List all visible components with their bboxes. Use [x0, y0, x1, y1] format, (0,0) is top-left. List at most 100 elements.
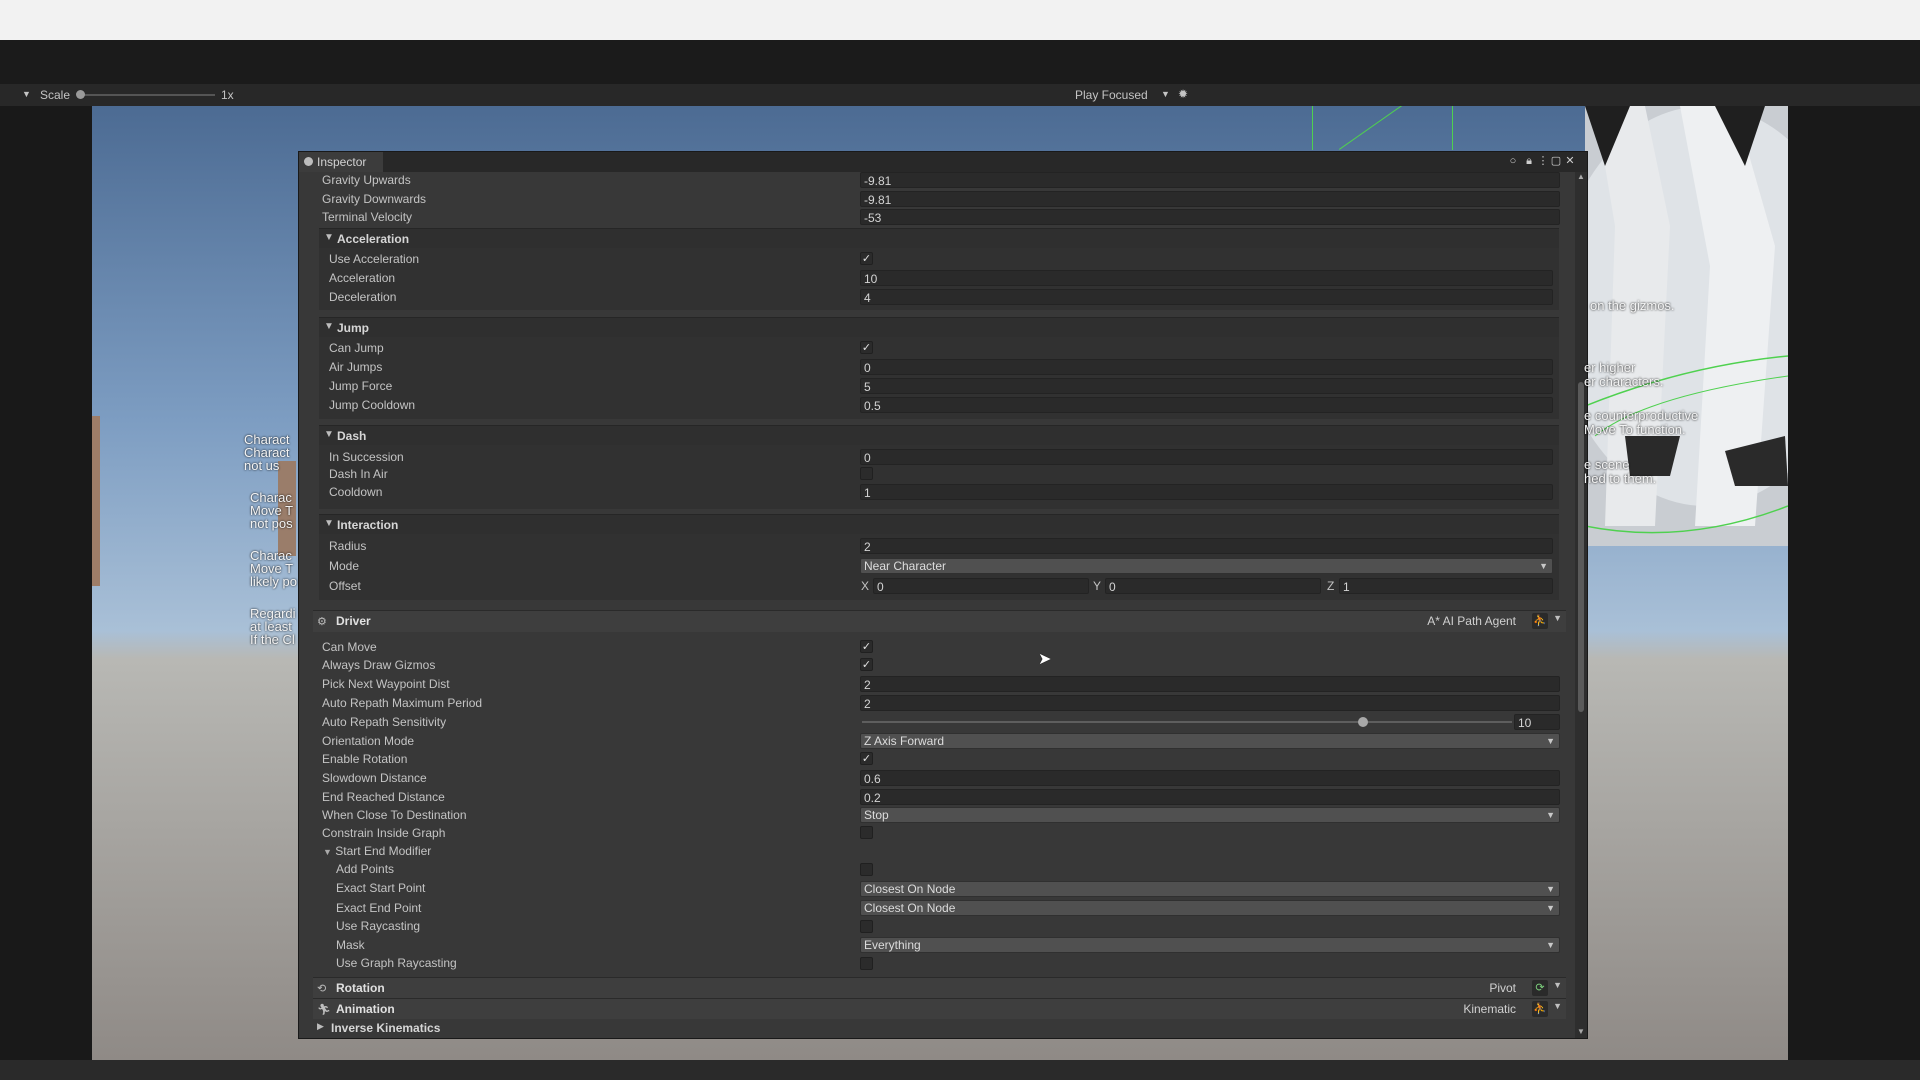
can-jump-checkbox[interactable]: ✓	[860, 341, 873, 354]
rotation-component-header[interactable]: ⟲ Rotation Pivot ⟳ ▼	[313, 977, 1566, 999]
pivot-icon[interactable]: ⟳	[1532, 980, 1548, 996]
game-view-bar: ▼ Scale 1x Play Focused ▼ ✹	[0, 84, 1920, 106]
dash-cooldown-field[interactable]: 1	[860, 484, 1553, 500]
bug-icon[interactable]: ✹	[1178, 87, 1188, 101]
scale-value: 1x	[221, 88, 234, 102]
overlay-text-line: likely po	[250, 574, 297, 589]
end-reached-distance-field[interactable]: 0.2	[860, 789, 1560, 805]
close-icon[interactable]: ✕	[1564, 155, 1576, 167]
exact-end-point-value: Closest On Node	[864, 901, 956, 915]
dash-section-header[interactable]: ▼ Dash	[319, 425, 1559, 446]
chevron-down-icon[interactable]: ▼	[1553, 1001, 1562, 1011]
offset-z-field[interactable]: 1	[1339, 578, 1553, 594]
dash-in-air-checkbox[interactable]	[860, 467, 873, 480]
tab-inspector-label: Inspector	[317, 155, 367, 169]
play-toolbar: ▶ ❚❚ ▶❘	[0, 40, 1920, 103]
acceleration-field[interactable]: 10	[860, 270, 1553, 286]
more-menu-icon[interactable]: ⋮	[1537, 155, 1549, 167]
start-end-modifier-label: Start End Modifier	[335, 844, 432, 858]
offset-x-field[interactable]: 0	[873, 578, 1089, 594]
when-close-dropdown[interactable]: Stop ▼	[860, 807, 1560, 823]
jump-section-header[interactable]: ▼ Jump	[319, 317, 1559, 338]
use-acceleration-checkbox[interactable]: ✓	[860, 252, 873, 265]
use-graph-raycasting-checkbox[interactable]	[860, 957, 873, 970]
play-focused-dropdown[interactable]: Play Focused	[1075, 88, 1148, 102]
in-succession-field[interactable]: 0	[860, 449, 1553, 465]
exact-end-point-label: Exact End Point	[336, 901, 422, 915]
gravity-upwards-label: Gravity Upwards	[322, 173, 411, 187]
chevron-down-icon: ▼	[1546, 736, 1555, 746]
air-jumps-field[interactable]: 0	[860, 359, 1553, 375]
play-focused-caret-icon[interactable]: ▼	[1161, 89, 1170, 99]
chevron-down-icon[interactable]: ▼	[1553, 613, 1562, 623]
overlay-text-line: e scene	[1584, 457, 1630, 472]
interaction-section-header[interactable]: ▼ Interaction	[319, 514, 1559, 535]
overlay-text-line: e counterproductive	[1584, 408, 1699, 423]
gear-icon: ⚙	[317, 616, 327, 628]
radius-field[interactable]: 2	[860, 538, 1553, 554]
game-menu-caret-icon[interactable]: ▼	[22, 89, 31, 99]
auto-repath-sensitivity-slider[interactable]	[862, 721, 1512, 723]
animation-component-header[interactable]: 🏃︎ Animation Kinematic ⛹ ▼	[313, 998, 1566, 1020]
constrain-inside-graph-checkbox[interactable]	[860, 826, 873, 839]
mode-label: Mode	[329, 559, 360, 573]
exact-start-point-label: Exact Start Point	[336, 881, 426, 895]
scale-slider-handle[interactable]	[76, 90, 85, 99]
terminal-velocity-field[interactable]: -53	[860, 209, 1560, 225]
exact-end-point-dropdown[interactable]: Closest On Node ▼	[860, 900, 1560, 916]
start-end-modifier-foldout[interactable]: ▼ Start End Modifier	[323, 844, 431, 858]
auto-repath-sensitivity-handle[interactable]	[1357, 717, 1368, 727]
always-draw-gizmos-checkbox[interactable]: ✓	[860, 658, 873, 671]
add-points-checkbox[interactable]	[860, 863, 873, 876]
add-points-label: Add Points	[336, 862, 395, 876]
mask-dropdown[interactable]: Everything ▼	[860, 937, 1560, 953]
dash-cooldown-label: Cooldown	[329, 485, 383, 499]
slowdown-distance-field[interactable]: 0.6	[860, 770, 1560, 786]
offset-y-field[interactable]: 0	[1105, 578, 1321, 594]
chevron-down-icon: ▼	[1546, 903, 1555, 913]
inspector-scrollbar[interactable]: ▲ ▼	[1575, 172, 1587, 1038]
pick-next-waypoint-field[interactable]: 2	[860, 676, 1560, 692]
gravity-downwards-field[interactable]: -9.81	[860, 191, 1560, 207]
deceleration-field[interactable]: 4	[860, 289, 1553, 305]
exact-start-point-dropdown[interactable]: Closest On Node ▼	[860, 881, 1560, 897]
inspector-window: Inspector ○ 🔒︎ ⋮ ▢ ✕ Gravity Upwards -9.…	[298, 151, 1588, 1039]
orientation-mode-dropdown[interactable]: Z Axis Forward ▼	[860, 733, 1560, 749]
auto-repath-max-field[interactable]: 2	[860, 695, 1560, 711]
offset-z-label: Z	[1327, 579, 1335, 593]
scale-slider-track[interactable]	[80, 94, 215, 96]
circle-icon[interactable]: ○	[1507, 155, 1519, 167]
auto-repath-sensitivity-field[interactable]: 10	[1514, 714, 1560, 730]
use-raycasting-label: Use Raycasting	[336, 919, 421, 933]
maximize-icon[interactable]: ▢	[1550, 155, 1562, 167]
driver-agent-label: A* AI Path Agent	[1427, 614, 1516, 628]
driver-component-header[interactable]: ⚙ Driver A* AI Path Agent ⛹ ▼	[313, 610, 1566, 632]
use-raycasting-checkbox[interactable]	[860, 920, 873, 933]
acceleration-label: Acceleration	[329, 271, 396, 285]
orientation-mode-value: Z Axis Forward	[864, 734, 945, 748]
jump-cooldown-field[interactable]: 0.5	[860, 397, 1553, 413]
scroll-up-icon[interactable]: ▲	[1577, 172, 1585, 181]
jump-force-field[interactable]: 5	[860, 378, 1553, 394]
agent-type-icon[interactable]: ⛹	[1532, 613, 1548, 629]
tab-inspector[interactable]: Inspector	[299, 152, 383, 172]
gravity-upwards-field[interactable]: -9.81	[860, 172, 1560, 188]
when-close-label: When Close To Destination	[322, 808, 467, 822]
orientation-mode-label: Orientation Mode	[322, 734, 415, 748]
overlay-text-line: er higher	[1584, 360, 1636, 375]
kinematic-icon[interactable]: ⛹	[1532, 1001, 1548, 1017]
foldout-caret-icon: ▼	[324, 321, 334, 332]
scroll-down-icon[interactable]: ▼	[1577, 1027, 1585, 1036]
ik-title: Inverse Kinematics	[331, 1021, 441, 1035]
mode-dropdown[interactable]: Near Character ▼	[860, 558, 1553, 574]
acceleration-section-header[interactable]: ▼ Acceleration	[319, 228, 1559, 249]
chevron-down-icon[interactable]: ▼	[1553, 980, 1562, 990]
foldout-caret-icon: ▼	[324, 232, 334, 243]
acceleration-title: Acceleration	[337, 232, 410, 246]
bottom-status-strip	[0, 1060, 1920, 1080]
ik-foldout[interactable]: ▶ Inverse Kinematics	[313, 1019, 1566, 1037]
enable-rotation-checkbox[interactable]: ✓	[860, 752, 873, 765]
jump-title: Jump	[337, 321, 370, 335]
lock-icon[interactable]: 🔒︎	[1523, 155, 1535, 167]
can-move-checkbox[interactable]: ✓	[860, 640, 873, 653]
